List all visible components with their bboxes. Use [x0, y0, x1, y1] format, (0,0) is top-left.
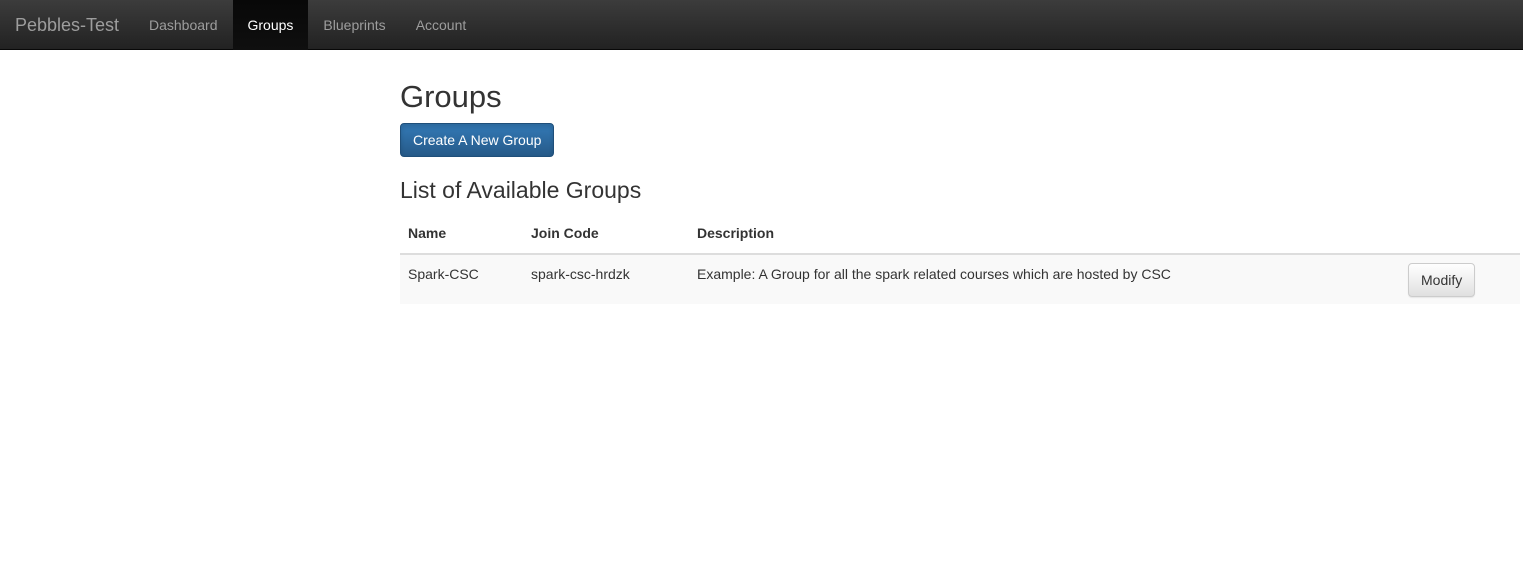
create-group-button[interactable]: Create A New Group — [400, 123, 555, 157]
column-header-name: Name — [400, 212, 523, 255]
page-title: Groups — [400, 79, 502, 114]
table-header-row: Name Join Code Description — [400, 212, 1520, 255]
group-join-code-cell: spark-csc-hrdzk — [523, 254, 689, 304]
groups-list-title: List of Available Groups — [400, 177, 642, 203]
nav-item-groups[interactable]: Groups — [232, 0, 309, 50]
groups-table: Name Join Code Description Spark-CSC spa… — [400, 212, 1520, 304]
main-nav: Dashboard Groups Blueprints Account — [134, 0, 481, 50]
modify-group-button[interactable]: Modify — [1408, 263, 1476, 297]
nav-item-blueprints[interactable]: Blueprints — [308, 0, 400, 50]
nav-item-account[interactable]: Account — [401, 0, 482, 50]
group-actions-cell: Modify — [1400, 254, 1520, 304]
top-navbar: Pebbles-Test Dashboard Groups Blueprints… — [0, 0, 1523, 50]
group-name-cell: Spark-CSC — [400, 254, 523, 304]
column-header-actions — [1400, 212, 1520, 255]
nav-item-dashboard[interactable]: Dashboard — [134, 0, 233, 50]
group-description-cell: Example: A Group for all the spark relat… — [689, 254, 1400, 304]
column-header-description: Description — [689, 212, 1400, 255]
table-row: Spark-CSC spark-csc-hrdzk Example: A Gro… — [400, 254, 1520, 304]
column-header-join-code: Join Code — [523, 212, 689, 255]
brand-link[interactable]: Pebbles-Test — [15, 0, 119, 50]
